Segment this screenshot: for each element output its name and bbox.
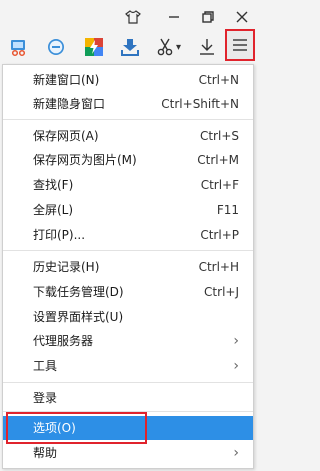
menu-icon <box>233 39 247 51</box>
annotation-highlight-box <box>6 412 147 444</box>
main-menu-button[interactable] <box>225 29 255 61</box>
minus-circle-button[interactable] <box>45 36 67 58</box>
minus-circle-icon <box>48 39 64 55</box>
menu-item-shortcut: Ctrl+F <box>200 178 239 192</box>
menu-item-label: 保存网页为图片(M) <box>33 153 137 167</box>
menu-item-fullscreen[interactable]: 全屏(L) F11 <box>3 199 253 221</box>
scissors-button[interactable]: ▾ <box>154 36 184 58</box>
menu-item-shortcut: Ctrl+P <box>200 228 239 242</box>
screenshot-tool-button[interactable] <box>8 36 30 58</box>
skin-button[interactable] <box>122 7 144 27</box>
shirt-icon <box>125 10 141 24</box>
menu-item-save-page-as-image[interactable]: 保存网页为图片(M) Ctrl+M <box>3 149 253 171</box>
menu-separator <box>3 382 253 383</box>
menu-item-new-window[interactable]: 新建窗口(N) Ctrl+N <box>3 69 253 91</box>
menu-item-save-page[interactable]: 保存网页(A) Ctrl+S <box>3 125 253 147</box>
close-button[interactable] <box>231 7 253 27</box>
menu-item-label: 打印(P)... <box>33 228 86 242</box>
menu-item-label: 历史记录(H) <box>33 260 100 274</box>
scissors-icon <box>157 38 173 56</box>
menu-separator <box>3 250 253 251</box>
menu-item-download-manager[interactable]: 下载任务管理(D) Ctrl+J <box>3 281 253 303</box>
download-button[interactable] <box>196 36 218 58</box>
menu-item-proxy-server[interactable]: 代理服务器 › <box>3 330 253 352</box>
menu-item-print[interactable]: 打印(P)... Ctrl+P <box>3 224 253 246</box>
menu-item-label: 帮助 <box>33 446 58 460</box>
menu-item-help[interactable]: 帮助 › <box>3 442 253 464</box>
menu-item-interface-style[interactable]: 设置界面样式(U) <box>3 306 253 328</box>
menu-item-label: 查找(F) <box>33 178 74 192</box>
menu-item-shortcut: Ctrl+M <box>197 153 239 167</box>
scissors-dropdown-chevron-down-icon[interactable]: ▾ <box>176 42 181 53</box>
menu-item-login[interactable]: 登录 <box>3 387 253 409</box>
menu-item-label: 下载任务管理(D) <box>33 285 124 299</box>
menu-item-label: 保存网页(A) <box>33 129 99 143</box>
menu-item-label: 新建窗口(N) <box>33 73 100 87</box>
restore-icon <box>202 11 214 23</box>
minimize-icon <box>169 16 179 18</box>
menu-item-new-incognito-window[interactable]: 新建隐身窗口 Ctrl+Shift+N <box>3 93 253 115</box>
minimize-button[interactable] <box>163 7 185 27</box>
menu-item-label: 登录 <box>33 391 58 405</box>
menu-item-tools[interactable]: 工具 › <box>3 355 253 377</box>
chevron-right-icon: › <box>233 445 239 461</box>
main-dropdown-menu: 新建窗口(N) Ctrl+N 新建隐身窗口 Ctrl+Shift+N 保存网页(… <box>2 64 254 469</box>
download-icon <box>200 39 214 55</box>
menu-item-shortcut: Ctrl+Shift+N <box>161 97 239 111</box>
screenshot-tool-icon <box>11 40 26 57</box>
menu-item-label: 代理服务器 <box>33 334 94 348</box>
chevron-right-icon: › <box>233 358 239 374</box>
restore-button[interactable] <box>197 7 219 27</box>
menu-item-find[interactable]: 查找(F) Ctrl+F <box>3 174 253 196</box>
menu-item-shortcut: Ctrl+S <box>199 129 239 143</box>
menu-item-shortcut: Ctrl+H <box>198 260 239 274</box>
menu-item-shortcut: F11 <box>216 203 239 217</box>
menu-item-label: 新建隐身窗口 <box>33 97 106 111</box>
app-store-icon <box>85 38 103 56</box>
menu-item-label: 工具 <box>33 359 58 373</box>
menu-item-label: 设置界面样式(U) <box>33 310 124 324</box>
app-store-button[interactable] <box>83 36 105 58</box>
download-manager-button[interactable] <box>119 36 141 58</box>
close-icon <box>236 11 248 23</box>
menu-item-shortcut: Ctrl+N <box>198 73 239 87</box>
menu-separator <box>3 119 253 120</box>
menu-item-label: 全屏(L) <box>33 203 74 217</box>
menu-item-history[interactable]: 历史记录(H) Ctrl+H <box>3 256 253 278</box>
menu-item-shortcut: Ctrl+J <box>204 285 239 299</box>
download-manager-icon <box>121 39 139 56</box>
chevron-right-icon: › <box>233 333 239 349</box>
